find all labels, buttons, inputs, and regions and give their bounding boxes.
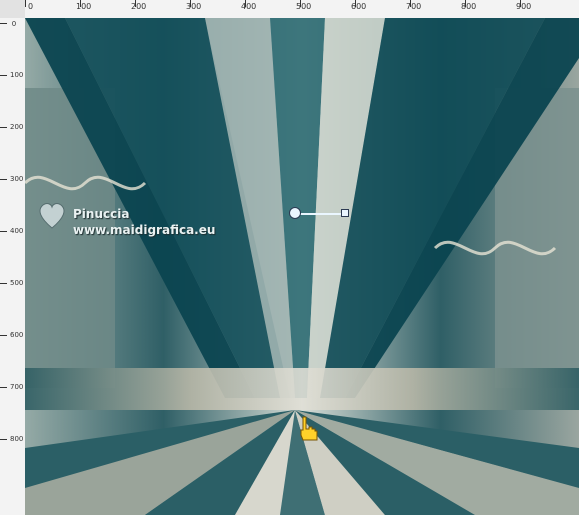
ruler-label: 800 xyxy=(461,2,477,11)
ruler-label: 200 xyxy=(131,2,147,11)
image-canvas[interactable]: Pinuccia www.maidigrafica.eu xyxy=(25,18,579,515)
ruler-label: 800 xyxy=(10,435,24,443)
ruler-corner xyxy=(0,0,26,19)
ruler-label: 100 xyxy=(76,2,92,11)
heart-logo-icon xyxy=(39,203,65,229)
ruler-label: 900 xyxy=(516,2,532,11)
ruler-tick xyxy=(0,335,7,336)
ruler-label: 400 xyxy=(241,2,257,11)
ruler-label: 700 xyxy=(406,2,422,11)
transform-handle-line[interactable] xyxy=(295,213,345,215)
watermark-line2: www.maidigrafica.eu xyxy=(73,223,216,237)
ruler-tick xyxy=(0,439,7,440)
watermark-line1: Pinuccia xyxy=(73,207,130,221)
ruler-tick xyxy=(0,387,7,388)
vertical-ruler: 0 100 200 300 400 500 600 700 800 xyxy=(0,18,26,515)
transform-handle-end[interactable] xyxy=(341,209,349,217)
ruler-tick xyxy=(0,127,7,128)
ruler-label: 100 xyxy=(10,71,24,79)
horizontal-ruler: 0 100 200 300 400 500 600 700 800 900 xyxy=(25,0,579,19)
ruler-tick xyxy=(0,231,7,232)
ruler-label: 0 xyxy=(11,20,17,28)
ruler-label: 300 xyxy=(10,175,24,183)
ruler-tick xyxy=(0,75,7,76)
ruler-tick xyxy=(0,179,7,180)
pointing-hand-cursor-icon xyxy=(300,416,318,441)
ruler-label: 200 xyxy=(10,123,24,131)
transform-handle-icon[interactable] xyxy=(289,207,301,219)
ruler-tick xyxy=(0,283,7,284)
ruler-label: 600 xyxy=(10,331,24,339)
ruler-label: 400 xyxy=(10,227,24,235)
floor-band xyxy=(25,368,579,410)
ruler-label: 300 xyxy=(186,2,202,11)
ruler-label: 0 xyxy=(28,2,34,11)
ruler-label: 700 xyxy=(10,383,24,391)
ruler-label: 500 xyxy=(10,279,24,287)
ruler-label: 500 xyxy=(296,2,312,11)
watermark: Pinuccia www.maidigrafica.eu xyxy=(35,198,245,278)
ruler-tick xyxy=(0,23,7,24)
ruler-label: 600 xyxy=(351,2,367,11)
image-editor-window: 0 100 200 300 400 500 600 700 800 900 0 … xyxy=(0,0,579,515)
ruler-tick xyxy=(25,0,26,7)
